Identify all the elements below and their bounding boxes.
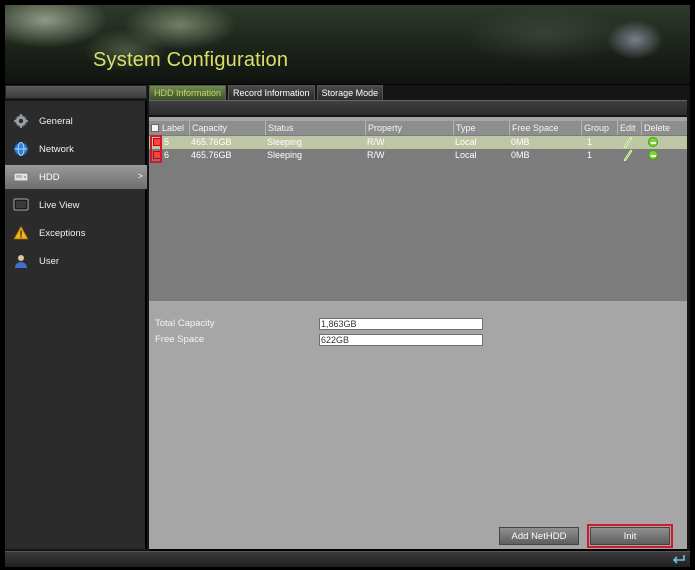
globe-icon [13,141,29,157]
sidebar-header [5,85,147,99]
header-banner: System Configuration [5,5,690,85]
sidebar-item-general[interactable]: General [5,109,147,133]
col-property: Property [365,121,453,135]
chevron-right-icon: > [137,171,143,181]
free-space-label: Free Space [155,334,205,345]
col-label: Label [149,121,189,135]
cell-property: R/W [367,150,385,160]
col-status: Status [265,121,365,135]
cell-capacity: 465.76GB [191,137,232,147]
col-type: Type [453,121,509,135]
cell-free-space: 0MB [511,150,530,160]
cell-group: 1 [587,137,593,147]
delete-icon[interactable] [648,137,658,147]
sidebar-item-label: User [39,255,60,267]
sidebar-item-network[interactable]: Network [5,137,147,161]
tab-storage-mode[interactable]: Storage Mode [316,85,384,100]
sidebar: General Network HDD > Live View Exceptio… [5,101,147,549]
table-row[interactable]: 5 465.76GB Sleeping R/W Local 0MB 1 [149,136,687,149]
sidebar-item-label: Network [39,143,74,155]
cell-property: R/W [367,137,385,147]
cell-label: 6 [164,150,170,160]
col-capacity: Capacity [189,121,265,135]
sidebar-item-exceptions[interactable]: Exceptions [5,221,147,245]
cell-status: Sleeping [267,137,303,147]
cell-label: 5 [164,137,170,147]
gear-icon [13,113,29,129]
edit-icon[interactable] [623,149,633,162]
back-arrow-icon[interactable] [672,554,686,566]
col-edit: Edit [617,121,641,135]
cell-type: Local [455,137,477,147]
init-highlight-box [587,524,673,548]
sidebar-item-label: Exceptions [39,227,86,239]
col-group: Group [581,121,617,135]
cell-free-space: 0MB [511,137,530,147]
total-capacity-label: Total Capacity [155,318,215,329]
page-title: System Configuration [93,49,289,71]
hdd-information-panel: Label Capacity Status Property Type Free… [149,117,687,549]
tab-record-information[interactable]: Record Information [228,85,315,100]
col-free-space: Free Space [509,121,581,135]
bottom-status-strip [5,551,690,567]
col-delete: Delete [641,121,679,135]
hdd-icon [13,169,29,185]
cell-status: Sleeping [267,150,303,160]
select-all-checkbox[interactable] [151,124,159,132]
sidebar-item-user[interactable]: User [5,249,147,273]
checkbox-highlight-box [150,135,162,163]
cell-group: 1 [587,150,593,160]
delete-icon[interactable] [648,150,658,160]
sidebar-item-hdd[interactable]: HDD > [5,165,147,189]
sidebar-item-label: Live View [39,199,80,211]
warning-icon [13,225,29,241]
sidebar-item-label: General [39,115,73,127]
dvr-screen: System Configuration HDD Information Rec… [5,5,690,567]
cell-capacity: 465.76GB [191,150,232,160]
sidebar-item-live-view[interactable]: Live View [5,193,147,217]
tab-bar: HDD Information Record Information Stora… [149,85,385,100]
hdd-table: Label Capacity Status Property Type Free… [149,121,687,301]
table-row[interactable]: 6 465.76GB Sleeping R/W Local 0MB 1 [149,149,687,162]
add-nethdd-button[interactable]: Add NetHDD [499,527,579,545]
edit-icon[interactable] [623,136,633,149]
user-icon [13,253,29,269]
tab-underline-strip [149,100,687,115]
cell-type: Local [455,150,477,160]
tab-hdd-information[interactable]: HDD Information [149,85,227,100]
table-header: Label Capacity Status Property Type Free… [149,121,687,135]
sidebar-item-label: HDD [39,171,60,183]
free-space-field: 622GB [319,334,483,346]
total-capacity-field: 1,863GB [319,318,483,330]
monitor-icon [13,197,29,213]
